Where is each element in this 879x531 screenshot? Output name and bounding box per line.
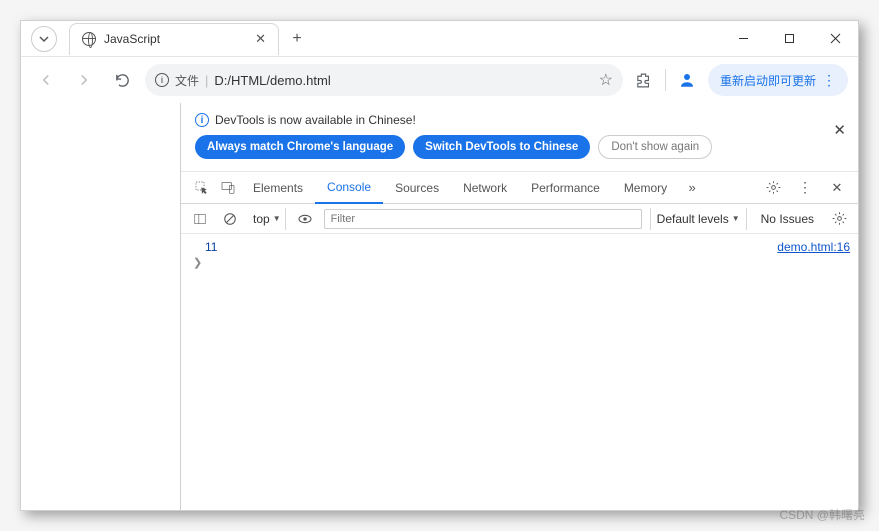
menu-icon[interactable]: ⋮ [792, 175, 818, 201]
profile-icon[interactable] [674, 67, 700, 93]
settings-icon[interactable] [760, 175, 786, 201]
extensions-icon[interactable] [631, 67, 657, 93]
update-label: 重新启动即可更新 [720, 72, 816, 89]
match-language-button[interactable]: Always match Chrome's language [195, 135, 405, 159]
page-body: i DevTools is now available in Chinese! … [21, 103, 858, 510]
tab-dropdown[interactable] [31, 26, 57, 52]
tab-title: JavaScript [104, 32, 247, 46]
console-log: 11 demo.html:16 ❯ [181, 234, 858, 510]
url-bar[interactable]: i 文件 | D:/HTML/demo.html ☆ [145, 64, 623, 96]
sidebar-toggle-icon[interactable] [189, 208, 211, 230]
devtools-tabs: Elements Console Sources Network Perform… [181, 172, 858, 204]
chevron-down-icon: ▼ [273, 214, 281, 223]
file-label: 文件 [175, 72, 199, 89]
watermark: CSDN @韩曙亮 [779, 506, 865, 523]
switch-chinese-button[interactable]: Switch DevTools to Chinese [413, 135, 590, 159]
close-tab-icon[interactable]: ✕ [255, 31, 266, 47]
clear-console-icon[interactable] [219, 208, 241, 230]
console-toolbar: top ▼ Default levels ▼ No Issues [181, 204, 858, 234]
console-prompt[interactable]: ❯ [189, 254, 850, 271]
minimize-button[interactable] [720, 21, 766, 57]
maximize-button[interactable] [766, 21, 812, 57]
log-value: 11 [189, 240, 217, 254]
close-window-button[interactable] [812, 21, 858, 57]
reload-button[interactable] [107, 65, 137, 95]
url-text: D:/HTML/demo.html [214, 73, 592, 88]
language-banner: i DevTools is now available in Chinese! … [181, 103, 858, 172]
page-info-icon[interactable]: i [155, 73, 169, 87]
log-source-link[interactable]: demo.html:16 [777, 240, 850, 254]
tab-performance[interactable]: Performance [519, 172, 612, 204]
new-tab-button[interactable]: + [283, 25, 311, 53]
issues-link[interactable]: No Issues [755, 212, 820, 226]
console-settings-icon[interactable] [828, 208, 850, 230]
dont-show-button[interactable]: Don't show again [598, 135, 712, 159]
banner-close-icon[interactable]: ✕ [833, 121, 846, 139]
device-icon[interactable] [215, 175, 241, 201]
tab-network[interactable]: Network [451, 172, 519, 204]
close-devtools-icon[interactable]: ✕ [824, 175, 850, 201]
browser-window: JavaScript ✕ + i 文件 | D:/HTML/demo.html … [20, 20, 859, 511]
log-entry: 11 demo.html:16 [189, 240, 850, 254]
filter-input[interactable] [324, 209, 642, 229]
log-levels-selector[interactable]: Default levels ▼ [650, 208, 747, 230]
inspect-icon[interactable] [189, 175, 215, 201]
forward-button[interactable] [69, 65, 99, 95]
globe-icon [82, 32, 96, 46]
more-tabs-icon[interactable]: » [679, 175, 705, 201]
tab-sources[interactable]: Sources [383, 172, 451, 204]
banner-message: DevTools is now available in Chinese! [215, 113, 416, 127]
window-controls [720, 21, 858, 57]
tab-memory[interactable]: Memory [612, 172, 679, 204]
tab-elements[interactable]: Elements [241, 172, 315, 204]
bookmark-icon[interactable]: ☆ [599, 70, 613, 90]
devtools-panel: i DevTools is now available in Chinese! … [181, 103, 858, 510]
update-button[interactable]: 重新启动即可更新 ⋮ [708, 64, 848, 96]
info-icon: i [195, 113, 209, 127]
chevron-down-icon: ▼ [732, 214, 740, 223]
back-button[interactable] [31, 65, 61, 95]
browser-tab[interactable]: JavaScript ✕ [69, 23, 279, 55]
tab-console[interactable]: Console [315, 172, 383, 204]
page-content [21, 103, 181, 510]
kebab-icon: ⋮ [822, 72, 836, 89]
titlebar: JavaScript ✕ + [21, 21, 858, 57]
address-bar: i 文件 | D:/HTML/demo.html ☆ 重新启动即可更新 ⋮ [21, 57, 858, 103]
context-selector[interactable]: top ▼ [249, 208, 286, 230]
live-expression-icon[interactable] [294, 208, 316, 230]
